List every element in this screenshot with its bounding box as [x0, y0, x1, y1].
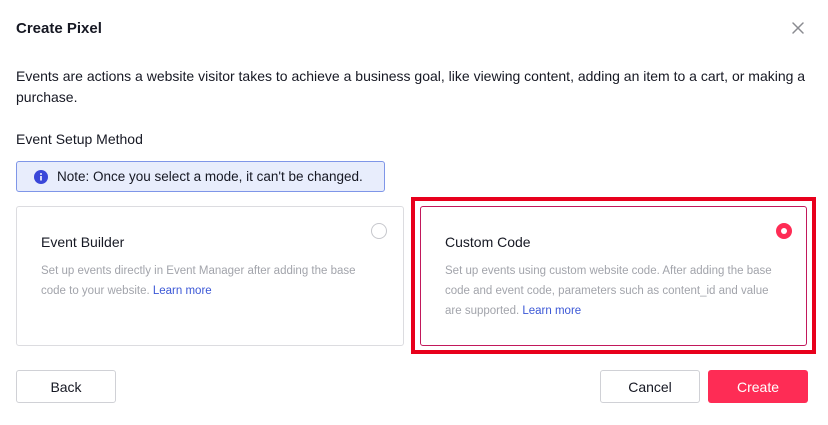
dialog-title: Create Pixel [16, 20, 102, 37]
note-text: Note: Once you select a mode, it can't b… [57, 169, 363, 184]
learn-more-link[interactable]: Learn more [153, 285, 212, 297]
option-card-event-builder[interactable]: Event Builder Set up events directly in … [16, 206, 404, 346]
create-button[interactable]: Create [708, 370, 808, 403]
option-description: Set up events using custom website code.… [445, 261, 785, 321]
info-icon [34, 169, 48, 184]
cancel-button[interactable]: Cancel [600, 370, 700, 403]
setup-method-label: Event Setup Method [16, 131, 143, 147]
learn-more-link[interactable]: Learn more [522, 305, 581, 317]
note-banner: Note: Once you select a mode, it can't b… [16, 161, 385, 192]
option-title: Event Builder [41, 234, 125, 250]
radio-custom-code[interactable] [776, 223, 792, 239]
option-description: Set up events directly in Event Manager … [41, 261, 381, 301]
option-title: Custom Code [445, 234, 531, 250]
option-card-custom-code[interactable]: Custom Code Set up events using custom w… [420, 206, 807, 346]
radio-event-builder[interactable] [371, 223, 387, 239]
close-icon [792, 22, 804, 34]
back-button[interactable]: Back [16, 370, 116, 403]
option-description-text: Set up events using custom website code.… [445, 265, 772, 317]
close-button[interactable] [789, 19, 807, 37]
dialog-description: Events are actions a website visitor tak… [16, 68, 806, 105]
